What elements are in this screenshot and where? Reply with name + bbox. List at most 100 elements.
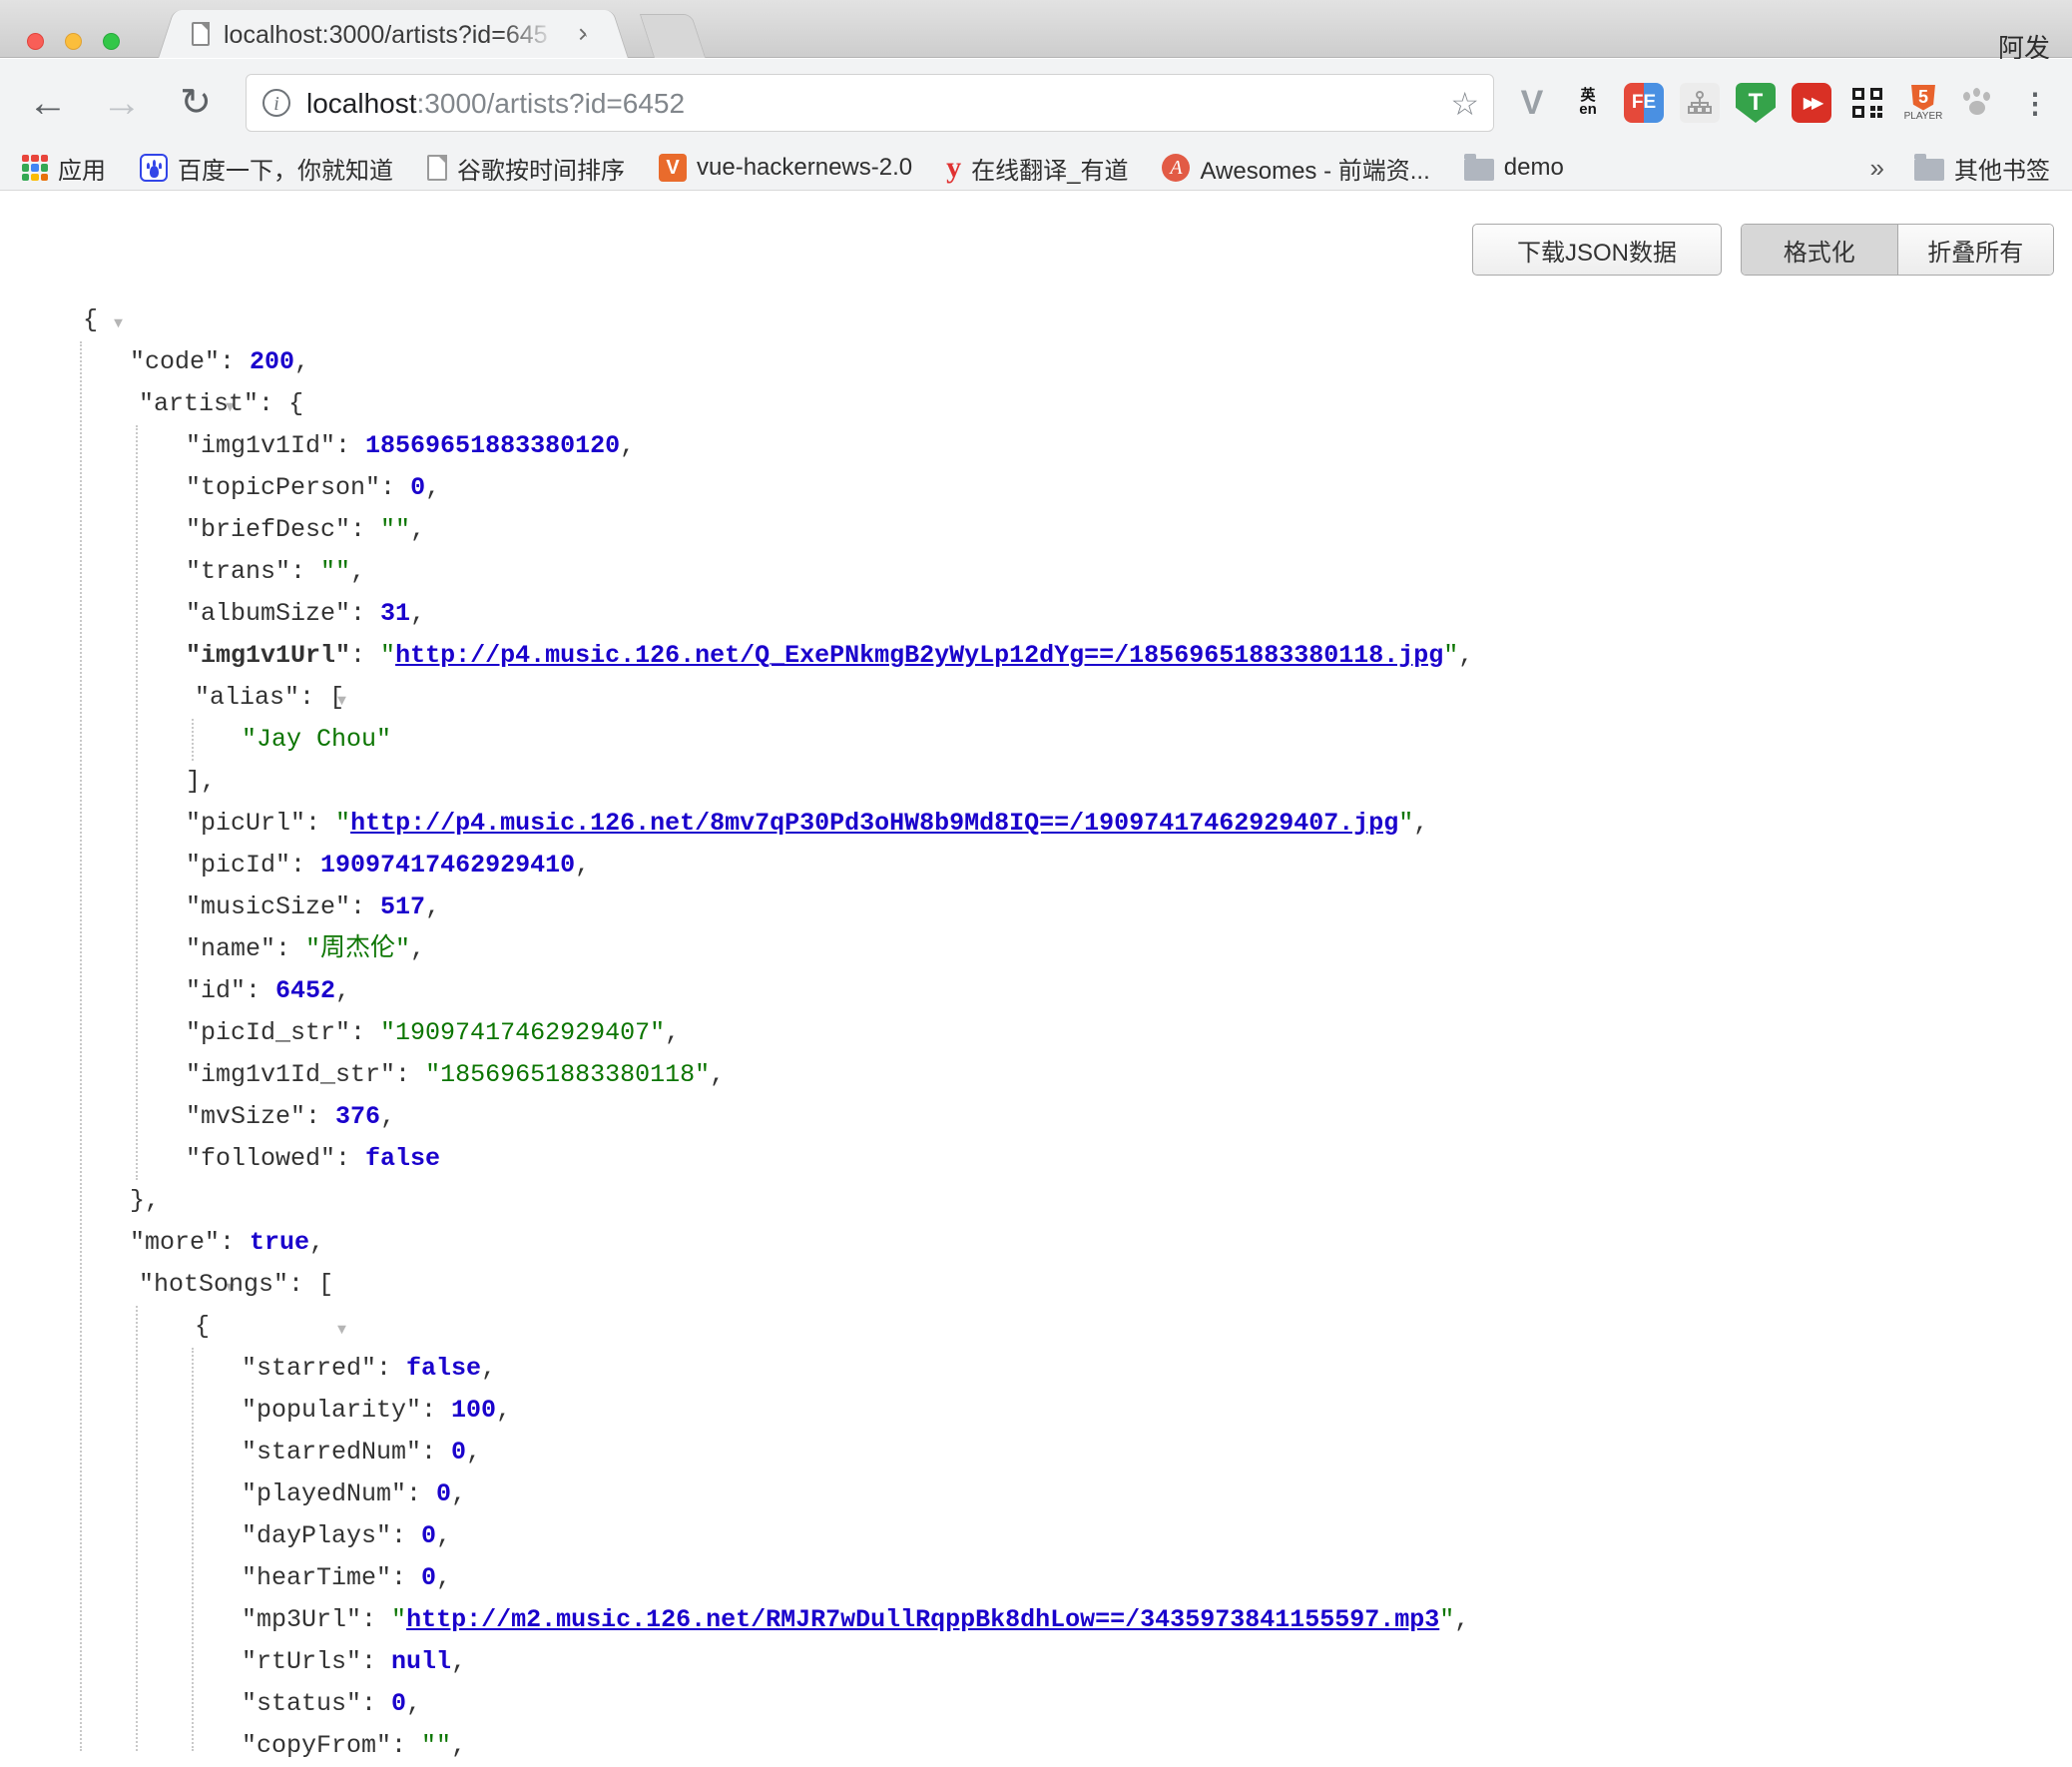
apps-grid-icon	[22, 155, 48, 181]
json-punctuation: ]	[186, 767, 201, 796]
site-info-icon[interactable]: i	[262, 89, 290, 117]
json-value-number: true	[250, 1228, 309, 1257]
json-colon: :	[259, 389, 288, 418]
json-line: "name": "周杰伦",	[0, 928, 2072, 970]
h5-player-extension-icon[interactable]: 5 PLAYER	[1903, 83, 1943, 123]
json-line: "more": true,	[0, 1222, 2072, 1264]
json-colon: :	[288, 1270, 318, 1299]
tab-title: localhost:3000/artists?id=645	[224, 21, 563, 49]
json-colon: :	[350, 515, 380, 544]
browser-tab[interactable]: localhost:3000/artists?id=645 ×	[186, 10, 601, 58]
json-comma: ,	[451, 1731, 466, 1760]
json-comma: ,	[710, 1060, 725, 1089]
json-key: "trans"	[186, 557, 290, 586]
json-value-link[interactable]: http://m2.music.126.net/RMJR7wDullRqppBk…	[406, 1605, 1439, 1634]
bookmark-google-sort[interactable]: 谷歌按时间排序	[427, 151, 625, 186]
json-line: "code": 200,	[0, 341, 2072, 383]
json-line: "img1v1Id_str": "18569651883380118",	[0, 1054, 2072, 1096]
t-shield-extension-icon[interactable]: T	[1736, 83, 1776, 123]
other-bookmarks[interactable]: 其他书签	[1914, 151, 2050, 186]
json-key: "picUrl"	[186, 809, 305, 838]
back-icon[interactable]: ←	[22, 77, 74, 129]
json-line: "albumSize": 31,	[0, 593, 2072, 635]
vue-devtools-icon[interactable]: V	[1512, 83, 1552, 123]
browser-menu-icon[interactable]: ⋮	[2015, 83, 2055, 123]
page-icon	[427, 155, 447, 181]
json-key: "mp3Url"	[242, 1605, 361, 1634]
json-comma: ,	[620, 431, 635, 460]
translate-bottom-glyph: en	[1579, 103, 1597, 117]
bookmark-awesomes[interactable]: A Awesomes - 前端资...	[1162, 151, 1429, 186]
bookmark-vue-hackernews[interactable]: V vue-hackernews-2.0	[659, 154, 912, 182]
json-colon: :	[391, 1563, 421, 1592]
sitemap-extension-icon[interactable]	[1680, 83, 1720, 123]
json-value-number: false	[406, 1354, 481, 1383]
collapse-triangle-icon[interactable]: ▼	[337, 1322, 346, 1339]
download-json-button[interactable]: 下载JSON数据	[1472, 224, 1722, 276]
json-line: "picId_str": "19097417462929407",	[0, 1012, 2072, 1054]
bookmark-baidu[interactable]: 百度一下，你就知道	[140, 151, 393, 186]
json-value-number: 19097417462929410	[320, 851, 575, 880]
bookmark-apps[interactable]: 应用	[22, 151, 106, 186]
qr-code-extension-icon[interactable]	[1847, 83, 1887, 123]
json-line: ▼"artist": {	[0, 383, 2072, 425]
json-key: "starredNum"	[242, 1438, 421, 1467]
video-speed-icon[interactable]: ▶▶	[1792, 83, 1831, 123]
format-button[interactable]: 格式化	[1742, 225, 1897, 275]
view-mode-group: 格式化 折叠所有	[1741, 224, 2054, 276]
json-colon: :	[290, 557, 320, 586]
collapse-all-button[interactable]: 折叠所有	[1897, 225, 2054, 275]
json-colon: :	[305, 1102, 335, 1131]
translate-extension-icon[interactable]: 英 en	[1568, 83, 1608, 123]
json-value-number: 31	[380, 599, 410, 628]
json-colon: :	[361, 1689, 391, 1718]
json-key: "picId"	[186, 851, 290, 880]
browser-navbar: ← → ↻ i localhost:3000/artists?id=6452 ☆…	[0, 59, 2072, 146]
fehelper-icon[interactable]: FE	[1624, 83, 1664, 123]
json-value-link[interactable]: http://p4.music.126.net/8mv7qP30Pd3oHW8b…	[350, 809, 1398, 838]
json-key: "hotSongs"	[139, 1270, 288, 1299]
paw-extension-icon[interactable]	[1959, 83, 1999, 123]
json-line: "trans": "",	[0, 551, 2072, 593]
json-colon: :	[395, 1060, 425, 1089]
json-key: "rtUrls"	[242, 1647, 361, 1676]
json-line: "rtUrls": null,	[0, 1641, 2072, 1683]
json-line: ▼"alias": [	[0, 677, 2072, 719]
h5-player-label: PLAYER	[1904, 111, 1943, 122]
json-punctuation: }	[130, 1186, 145, 1215]
json-comma: ,	[335, 976, 350, 1005]
json-line: "hearTime": 0,	[0, 1557, 2072, 1599]
collapse-triangle-icon[interactable]: ▼	[114, 315, 123, 332]
forward-icon[interactable]: →	[96, 77, 148, 129]
close-window-button[interactable]	[27, 33, 44, 50]
tab-close-icon[interactable]: ×	[578, 19, 593, 49]
new-tab-button[interactable]	[640, 14, 706, 58]
json-comma: ,	[294, 347, 309, 376]
json-value-number: 0	[421, 1521, 436, 1550]
json-colon: :	[350, 1018, 380, 1047]
json-key: "code"	[130, 347, 220, 376]
bookmark-star-icon[interactable]: ☆	[1450, 85, 1479, 123]
json-key: "id"	[186, 976, 246, 1005]
json-key: "img1v1Id"	[186, 431, 335, 460]
window-titlebar: localhost:3000/artists?id=645 × 阿发	[0, 0, 2072, 58]
bookmark-demo-folder[interactable]: demo	[1464, 154, 1564, 182]
json-line: "musicSize": 517,	[0, 886, 2072, 928]
json-line: "picUrl": "http://p4.music.126.net/8mv7q…	[0, 803, 2072, 845]
zoom-window-button[interactable]	[103, 33, 120, 50]
address-bar[interactable]: i localhost:3000/artists?id=6452 ☆	[246, 74, 1494, 132]
json-comma: ,	[145, 1186, 160, 1215]
json-comma: ,	[436, 1563, 451, 1592]
bookmarks-overflow-chevron[interactable]: »	[1870, 153, 1884, 184]
json-punctuation: [	[329, 683, 344, 712]
json-colon: :	[350, 641, 380, 670]
json-comma: ,	[451, 1479, 466, 1508]
baidu-paw-icon	[140, 154, 168, 182]
bookmark-youdao[interactable]: y 在线翻译_有道	[946, 151, 1128, 186]
reload-icon[interactable]: ↻	[170, 77, 222, 129]
json-value-link[interactable]: http://p4.music.126.net/Q_ExePNkmgB2yWyL…	[395, 641, 1443, 670]
json-colon: :	[335, 431, 365, 460]
json-comma: ,	[436, 1521, 451, 1550]
json-line: "img1v1Id": 18569651883380120,	[0, 425, 2072, 467]
minimize-window-button[interactable]	[65, 33, 82, 50]
